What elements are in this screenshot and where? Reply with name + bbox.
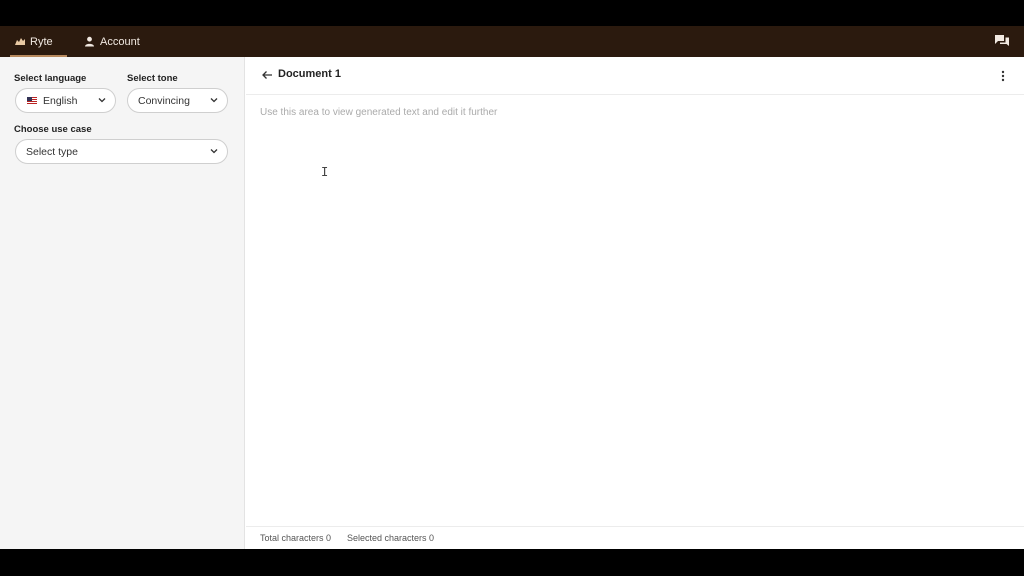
selected-characters-value: 0 bbox=[429, 533, 435, 543]
use-case-select[interactable]: Select type bbox=[15, 139, 228, 164]
language-value: English bbox=[43, 94, 78, 107]
nav-item-ryte[interactable]: Ryte bbox=[10, 26, 67, 57]
document-panel: Document 1 I Total characters 0 Selected… bbox=[246, 57, 1024, 549]
use-case-label: Choose use case bbox=[14, 124, 92, 135]
selected-characters: Selected characters 0 bbox=[347, 533, 434, 543]
chevron-down-icon bbox=[98, 98, 106, 103]
total-characters-label: Total characters bbox=[260, 533, 327, 543]
nav-item-account[interactable]: Account bbox=[84, 26, 140, 57]
tone-label: Select tone bbox=[127, 73, 178, 84]
chevron-down-icon bbox=[210, 149, 218, 154]
more-options-icon[interactable] bbox=[1000, 69, 1006, 83]
selected-characters-label: Selected characters bbox=[347, 533, 430, 543]
use-case-placeholder: Select type bbox=[26, 145, 78, 158]
back-arrow-icon[interactable] bbox=[261, 68, 275, 82]
chat-bubbles-icon[interactable] bbox=[994, 34, 1010, 48]
document-title: Document 1 bbox=[278, 68, 341, 80]
ryte-logo-icon bbox=[14, 36, 25, 47]
language-label: Select language bbox=[14, 73, 87, 84]
app-window: Ryte Account Select language English Sel… bbox=[0, 26, 1024, 549]
chevron-down-icon bbox=[210, 98, 218, 103]
person-icon bbox=[84, 36, 95, 47]
tone-value: Convincing bbox=[138, 94, 190, 107]
character-count-footer: Total characters 0 Selected characters 0 bbox=[246, 526, 1024, 549]
document-header: Document 1 bbox=[246, 57, 1024, 95]
nav-ryte-label: Ryte bbox=[30, 35, 53, 48]
language-select[interactable]: English bbox=[15, 88, 116, 113]
letterbox-top bbox=[0, 0, 1024, 26]
us-flag-icon bbox=[27, 97, 37, 104]
top-navigation-bar: Ryte Account bbox=[0, 26, 1024, 57]
settings-sidebar: Select language English Select tone Conv… bbox=[0, 57, 245, 549]
tone-select[interactable]: Convincing bbox=[127, 88, 228, 113]
total-characters-value: 0 bbox=[326, 533, 332, 543]
letterbox-bottom bbox=[0, 549, 1024, 576]
text-cursor-icon: I bbox=[321, 165, 329, 179]
document-editor[interactable] bbox=[260, 107, 1000, 517]
total-characters: Total characters 0 bbox=[260, 533, 331, 543]
nav-account-label: Account bbox=[100, 35, 140, 48]
